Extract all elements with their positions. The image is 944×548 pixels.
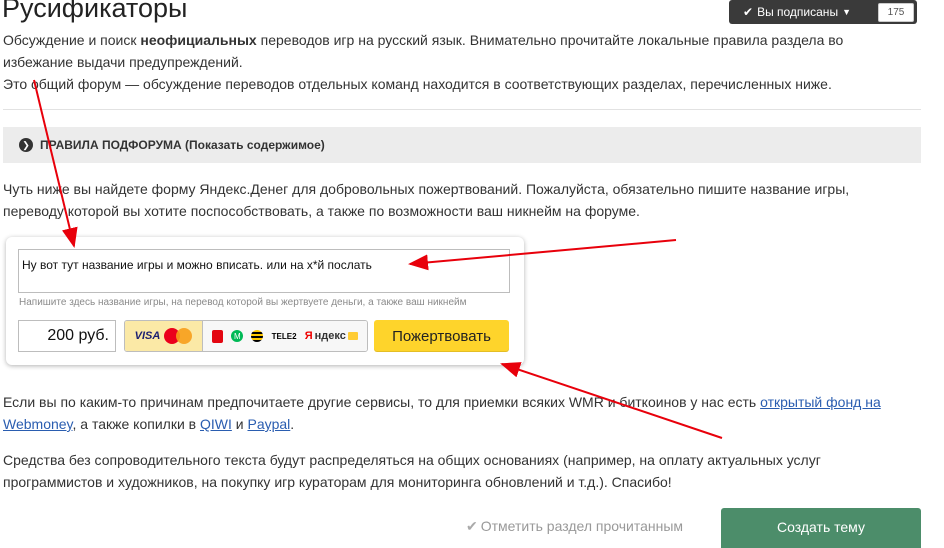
distribution-note: Средства без сопроводительного текста бу… xyxy=(3,452,821,490)
megafon-icon: M xyxy=(231,330,244,342)
donate-button[interactable]: Пожертвовать xyxy=(374,320,509,352)
payment-methods: VISA M TELE2 Яндекс xyxy=(124,320,368,352)
qiwi-link[interactable]: QIWI xyxy=(200,416,232,432)
chevron-right-icon: ❯ xyxy=(19,138,33,152)
forum-description: Обсуждение и поиск неофициальных перевод… xyxy=(3,29,873,95)
divider xyxy=(3,109,921,110)
beeline-icon xyxy=(251,330,264,342)
check-icon: ✔ xyxy=(466,518,478,534)
description-bold: неофициальных xyxy=(140,32,257,48)
subscribed-label: Вы подписаны xyxy=(757,5,839,19)
donation-hint: Напишите здесь название игры, на перевод… xyxy=(19,297,467,308)
mobile-wallet-options[interactable]: M TELE2 Яндекс xyxy=(203,321,367,351)
paypal-link[interactable]: Paypal xyxy=(247,416,290,432)
caret-down-icon: ▼ xyxy=(842,7,851,17)
description-line-2: Это общий форум — обсуждение переводов о… xyxy=(3,76,832,92)
tele2-icon: TELE2 xyxy=(271,331,297,341)
yandex-money-widget: Ну вот тут название игры и можно вписать… xyxy=(6,237,524,365)
rules-label: ПРАВИЛА ПОДФОРУМА (Показать содержимое) xyxy=(40,138,325,152)
donate-intro: Чуть ниже вы найдете форму Яндекс.Денег … xyxy=(3,181,850,219)
card-payment-option[interactable]: VISA xyxy=(125,321,203,351)
mts-icon xyxy=(212,329,224,343)
create-topic-button[interactable]: Создать тему xyxy=(721,508,921,548)
yandex-money-logo: Яндекс xyxy=(305,330,358,342)
check-icon: ✔ xyxy=(743,5,754,19)
visa-icon: VISA xyxy=(134,330,161,342)
mastercard-icon xyxy=(164,328,193,344)
page-title: Русификаторы xyxy=(2,0,188,23)
rules-toggle[interactable]: ❯ ПРАВИЛА ПОДФОРУМА (Показать содержимое… xyxy=(3,127,921,163)
amount-input[interactable]: 200 руб. xyxy=(18,320,116,352)
description-line-1: Обсуждение и поиск неофициальных перевод… xyxy=(3,32,844,70)
mark-read-link[interactable]: ✔ Отметить раздел прочитанным xyxy=(466,518,683,535)
donation-comment-input[interactable]: Ну вот тут название игры и можно вписать… xyxy=(18,249,510,293)
subscriber-count: 175 xyxy=(878,3,914,22)
other-services-text: Если вы по каким-то причинам предпочитае… xyxy=(3,394,881,432)
